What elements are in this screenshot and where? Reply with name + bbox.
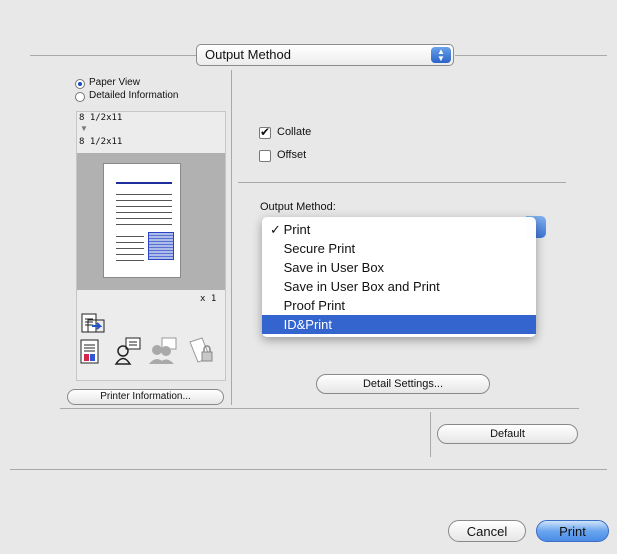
offset-label: Offset: [277, 149, 307, 161]
default-divider: [430, 412, 431, 457]
output-method-menu[interactable]: ✓ Print Secure Print Save in User Box Sa…: [262, 217, 536, 337]
paper-view-radio[interactable]: [75, 79, 85, 89]
arrow-down-icon: ▼: [80, 124, 88, 133]
copies-count: x 1: [200, 294, 217, 304]
menu-item-id-print[interactable]: ID&Print: [262, 315, 536, 334]
user-icon: [114, 337, 141, 365]
updown-arrows-icon: ▲ ▼: [431, 47, 451, 63]
document-icon: [80, 339, 99, 364]
users-icon: [149, 337, 177, 364]
section-selector-label: Output Method: [205, 47, 291, 62]
page-thumbnail: [103, 163, 181, 278]
cancel-label: Cancel: [466, 524, 508, 539]
menu-item-print[interactable]: ✓ Print: [262, 220, 536, 239]
top-separator-left: [30, 55, 196, 56]
cancel-button[interactable]: Cancel: [448, 520, 526, 542]
output-method-label: Output Method:: [260, 201, 336, 213]
default-label: Default: [490, 428, 525, 440]
detailed-information-label: Detailed Information: [89, 90, 179, 101]
pane-divider: [231, 70, 232, 405]
top-separator-right: [455, 55, 607, 56]
menu-item-save-in-user-box-and-print[interactable]: Save in User Box and Print: [262, 277, 536, 296]
section-selector[interactable]: Output Method ▲ ▼: [196, 44, 454, 66]
collate-label: Collate: [277, 126, 312, 138]
menu-item-secure-print[interactable]: Secure Print: [262, 239, 536, 258]
paper-size-input: 8 1/2x11: [79, 113, 123, 123]
default-button[interactable]: Default: [437, 424, 578, 444]
detail-settings-label: Detail Settings...: [362, 378, 444, 390]
paper-view-label: Paper View: [89, 77, 140, 88]
bottom-separator-inner: [60, 408, 579, 409]
collate-checkbox[interactable]: [259, 125, 271, 139]
menu-item-save-in-user-box[interactable]: Save in User Box: [262, 258, 536, 277]
print-button[interactable]: Print: [536, 520, 609, 542]
detail-settings-button[interactable]: Detail Settings...: [316, 374, 490, 394]
offset-checkbox[interactable]: [259, 150, 271, 162]
menu-item-proof-print[interactable]: Proof Print: [262, 296, 536, 315]
checkmark-icon: ✓: [270, 222, 281, 237]
dialog-separator: [10, 469, 607, 470]
output-tray-icon: [81, 313, 105, 333]
image-icon: [148, 232, 174, 260]
paper-size-output: 8 1/2x11: [79, 137, 123, 147]
printer-information-button[interactable]: Printer Information...: [67, 389, 224, 405]
options-separator: [238, 182, 566, 183]
print-label: Print: [559, 524, 586, 539]
printer-information-label: Printer Information...: [100, 391, 191, 402]
locked-document-icon: [189, 337, 213, 363]
detailed-information-radio[interactable]: [75, 92, 85, 102]
